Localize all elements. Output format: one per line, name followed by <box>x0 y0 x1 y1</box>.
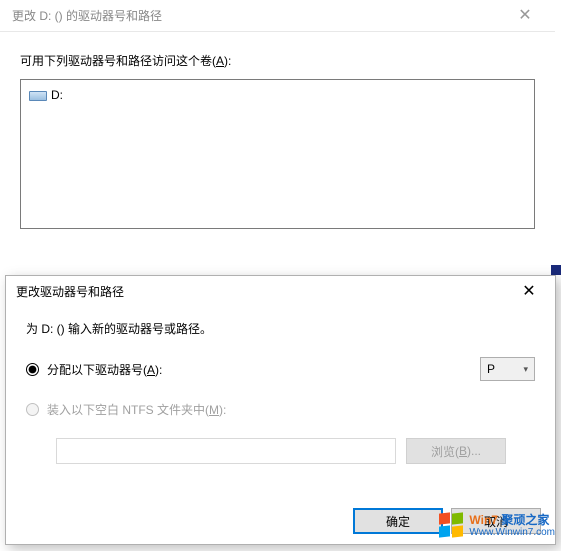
assign-letter-label: 分配以下驱动器号(A): <box>47 361 162 378</box>
paths-listbox[interactable]: D: <box>20 79 535 229</box>
mount-path-row: 浏览(B)... <box>26 438 535 464</box>
mount-folder-radio <box>26 403 39 416</box>
close-icon[interactable]: ✕ <box>509 281 549 301</box>
cancel-button[interactable]: 取消 <box>451 508 541 534</box>
change-letter-dialog: 更改驱动器号和路径 ✕ 为 D: () 输入新的驱动器号或路径。 分配以下驱动器… <box>5 275 556 545</box>
list-item[interactable]: D: <box>29 86 526 104</box>
dialog2-body: 为 D: () 输入新的驱动器号或路径。 分配以下驱动器号(A): P ▾ 装入… <box>6 306 555 464</box>
ok-button[interactable]: 确定 <box>353 508 443 534</box>
assign-letter-option[interactable]: 分配以下驱动器号(A): P ▾ <box>26 357 535 381</box>
close-icon[interactable]: ✕ <box>505 8 545 24</box>
drive-letter-select[interactable]: P ▾ <box>480 357 535 381</box>
drive-letter-value: P <box>487 362 495 376</box>
mount-folder-label: 装入以下空白 NTFS 文件夹中(M): <box>47 401 226 418</box>
dialog2-footer: 确定 取消 <box>353 508 541 534</box>
assign-letter-radio[interactable] <box>26 363 39 376</box>
ok-label: 确定 <box>386 513 410 530</box>
dialog1-prompt: 可用下列驱动器号和路径访问这个卷(A): <box>20 52 535 69</box>
drive-icon <box>29 89 45 101</box>
mount-path-input <box>56 438 396 464</box>
prompt-text: 可用下列驱动器号和路径访问这个卷( <box>20 54 216 68</box>
cancel-label: 取消 <box>484 513 508 530</box>
separator <box>0 265 561 275</box>
dialog1-body: 可用下列驱动器号和路径访问这个卷(A): D: <box>0 32 555 259</box>
dialog1-title: 更改 D: () 的驱动器号和路径 <box>12 7 505 24</box>
dialog2-titlebar: 更改驱动器号和路径 ✕ <box>6 276 555 306</box>
change-paths-dialog: 更改 D: () 的驱动器号和路径 ✕ 可用下列驱动器号和路径访问这个卷(A):… <box>0 0 555 259</box>
chevron-down-icon: ▾ <box>523 364 528 375</box>
browse-button: 浏览(B)... <box>406 438 506 464</box>
dialog1-titlebar: 更改 D: () 的驱动器号和路径 ✕ <box>0 0 555 32</box>
prompt-accesskey: A <box>216 54 224 68</box>
prompt-tail: ): <box>224 54 231 68</box>
mount-folder-option: 装入以下空白 NTFS 文件夹中(M): <box>26 401 535 418</box>
list-item-label: D: <box>51 88 63 102</box>
dialog2-prompt: 为 D: () 输入新的驱动器号或路径。 <box>26 320 535 337</box>
dialog2-title: 更改驱动器号和路径 <box>16 283 509 300</box>
